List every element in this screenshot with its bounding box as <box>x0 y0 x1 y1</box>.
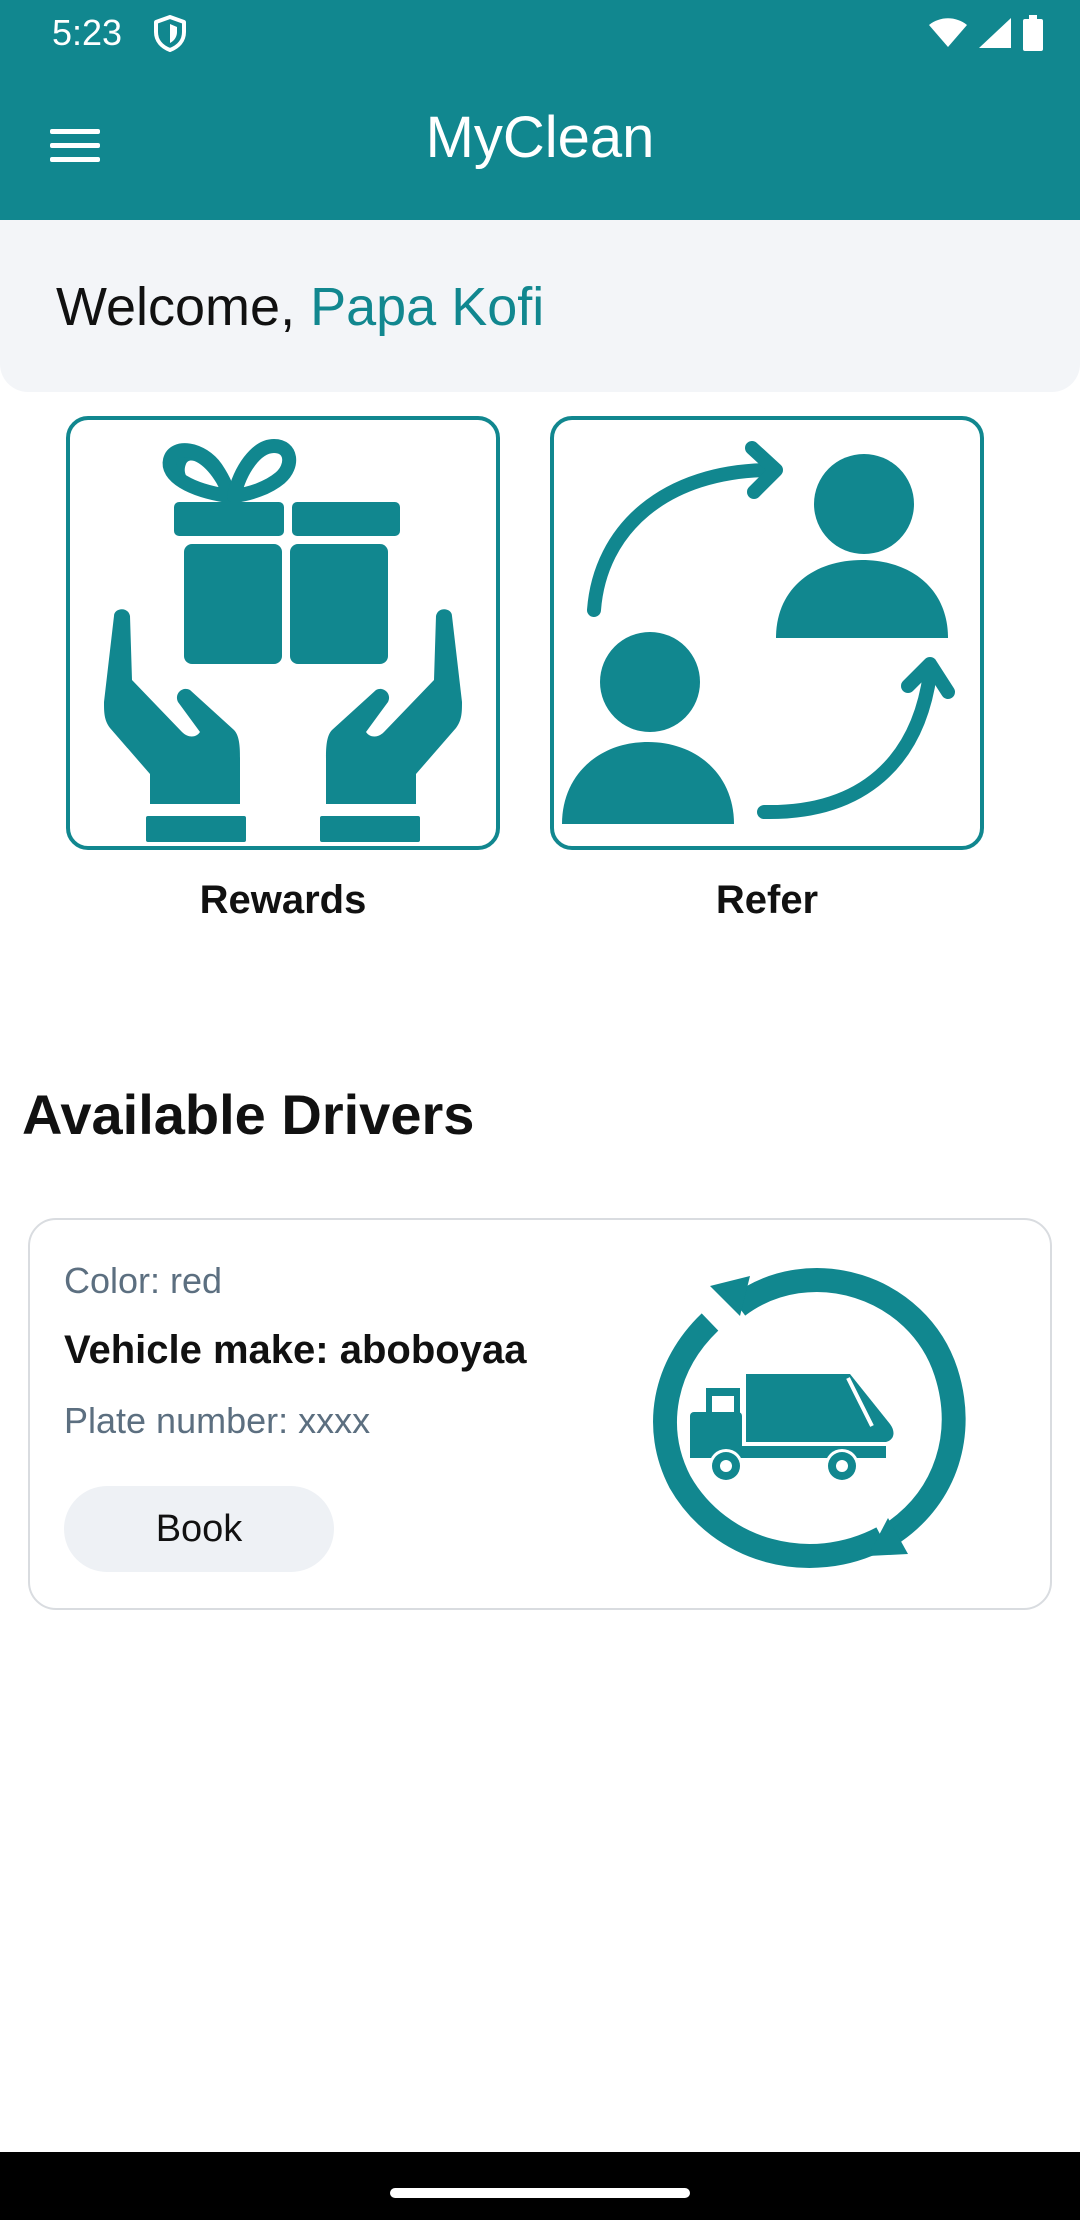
app-title: MyClean <box>425 105 655 170</box>
navigation-bar <box>0 2152 1080 2220</box>
battery-icon <box>1023 15 1043 51</box>
driver-vehicle-make: Vehicle make: aboboyaa <box>64 1328 527 1372</box>
cell-signal-icon <box>979 18 1011 48</box>
driver-plate-number: Plate number: xxxx <box>64 1400 371 1441</box>
welcome-message: Welcome, Papa Kofi <box>56 272 544 342</box>
status-time: 5:23 <box>52 12 123 53</box>
book-button[interactable]: Book <box>64 1486 334 1572</box>
status-bar: 5:23 <box>0 0 1080 66</box>
refer-tile[interactable] <box>550 416 984 850</box>
shield-icon <box>154 15 186 52</box>
rewards-tile[interactable] <box>66 416 500 850</box>
screen: 5:23 MyClean Welcome, Papa Kofi Rewards … <box>0 0 1080 2220</box>
gift-in-hands-icon <box>104 439 462 842</box>
app-bar: MyClean <box>0 66 1080 220</box>
rewards-label: Rewards <box>199 878 367 922</box>
refer-people-icon <box>562 441 955 824</box>
driver-card: Color: red Vehicle make: aboboyaa Plate … <box>28 1218 1052 1610</box>
welcome-user-name: Papa Kofi <box>310 277 545 337</box>
status-icons <box>928 14 1044 52</box>
home-gesture-handle[interactable] <box>390 2188 690 2198</box>
driver-color: Color: red <box>64 1260 223 1301</box>
welcome-card: Welcome, Papa Kofi <box>0 220 1080 392</box>
refer-label: Refer <box>715 878 819 922</box>
garbage-truck-recycle-icon <box>653 1268 966 1568</box>
welcome-greeting: Welcome, <box>56 277 311 337</box>
available-drivers-heading: Available Drivers <box>22 1083 475 1146</box>
wifi-icon <box>929 18 967 47</box>
